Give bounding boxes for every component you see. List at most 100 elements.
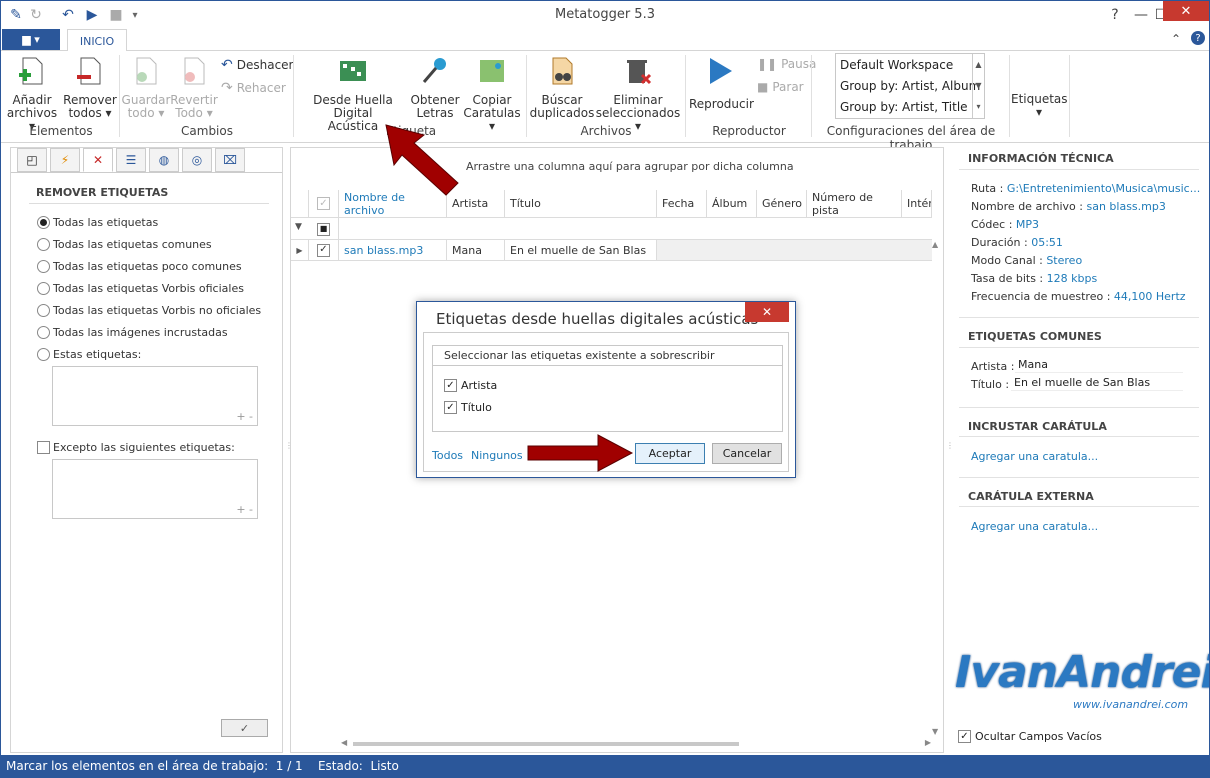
tab-inicio[interactable]: INICIO	[67, 29, 127, 52]
column-header[interactable]: Fecha	[657, 190, 707, 218]
play-button[interactable]: Reproducir	[689, 55, 754, 111]
external-cover-heading: CARÁTULA EXTERNA	[968, 490, 1094, 503]
workspace-item[interactable]: Group by: Artist, Title	[840, 100, 968, 114]
filter-checkbox[interactable]: ■	[309, 218, 339, 240]
hide-empty-fields-checkbox[interactable]: ✓ Ocultar Campos Vacíos	[958, 730, 1102, 743]
microphone-icon	[422, 58, 446, 83]
checkbox: ✓	[317, 243, 330, 257]
column-header[interactable]: Álbum	[707, 190, 757, 218]
except-tags-checkbox[interactable]: Excepto las siguientes etiquetas:	[37, 441, 235, 454]
filter-row[interactable]: ▼ ■	[291, 218, 932, 240]
globe-icon[interactable]: ◍	[149, 148, 179, 172]
close-button[interactable]: ✕	[1163, 1, 1209, 21]
copy-covers-button[interactable]: Copiar Caratulas ▾	[461, 55, 523, 133]
radio-vorbis-official[interactable]: Todas las etiquetas Vorbis oficiales	[37, 282, 244, 295]
splitter-grip[interactable]: ⋮	[946, 441, 954, 450]
redo-button[interactable]: ↷ Rehacer	[221, 80, 286, 96]
save-all-button[interactable]: Guardar todo ▾	[121, 55, 171, 120]
checkbox: ✓	[444, 401, 457, 414]
remove-tags-icon[interactable]: ✕	[83, 148, 113, 172]
radio-embedded-images[interactable]: Todas las imágenes incrustadas	[37, 326, 228, 339]
title-field[interactable]: En el muelle de San Blas	[1011, 376, 1183, 391]
remove-all-button[interactable]: Remover todos ▾	[63, 55, 117, 120]
collapse-ribbon-icon[interactable]: ⌃	[1171, 32, 1181, 46]
column-header[interactable]: Género	[757, 190, 807, 218]
scroll-right-icon[interactable]: ▶	[925, 738, 931, 747]
web-icon[interactable]: ◎	[182, 148, 212, 172]
revert-all-button[interactable]: Revertir Todo ▾	[169, 55, 219, 120]
scroll-thumb[interactable]	[353, 742, 739, 746]
find-duplicates-button[interactable]: Búscar duplicados	[529, 55, 595, 120]
file-menu-button[interactable]: ▆ ▾	[2, 29, 60, 50]
add-external-cover-link[interactable]: Agregar una caratula...	[971, 520, 1098, 533]
add-embedded-cover-link[interactable]: Agregar una caratula...	[971, 450, 1098, 463]
artist-checkbox[interactable]: ✓ Artista	[444, 379, 497, 392]
tech-key: Modo Canal :	[971, 254, 1047, 267]
radio-vorbis-unofficial[interactable]: Todas las etiquetas Vorbis no oficiales	[37, 304, 261, 317]
radio-label: Todas las etiquetas Vorbis no oficiales	[53, 304, 262, 317]
list-icon[interactable]: ☰	[116, 148, 146, 172]
scroll-down-icon[interactable]: ▼	[932, 727, 938, 736]
checkbox-label: Artista	[461, 379, 498, 392]
add-files-button[interactable]: Añadir archivos ▾	[5, 55, 59, 133]
radio-these-tags[interactable]: Estas etiquetas:	[37, 348, 141, 361]
help-icon[interactable]: ?	[1191, 31, 1205, 45]
column-header[interactable]: Número de pista	[807, 190, 902, 218]
apply-button[interactable]: ✓	[221, 719, 268, 737]
script-icon[interactable]: ⚡	[50, 148, 80, 172]
delete-selected-button[interactable]: Eliminar seleccionados ▾	[595, 55, 681, 133]
select-none-link[interactable]: Ningunos	[471, 449, 523, 462]
tech-value: MP3	[1015, 218, 1040, 231]
workspace-item[interactable]: Default Workspace	[840, 58, 953, 72]
cell-title[interactable]: En el muelle de San Blas	[505, 240, 657, 260]
radio-label: Todas las etiquetas Vorbis oficiales	[53, 282, 244, 295]
tech-value: 44,100 Hertz	[1113, 290, 1186, 303]
tech-value: Stereo	[1046, 254, 1083, 267]
radio-uncommon-tags[interactable]: Todas las etiquetas poco comunes	[37, 260, 242, 273]
tech-value[interactable]: G:\Entretenimiento\Musica\music...	[1007, 182, 1200, 195]
column-header[interactable]: Título	[505, 190, 657, 218]
rename-icon[interactable]: ⌧	[215, 148, 245, 172]
scroll-up-icon[interactable]: ▲	[932, 240, 938, 249]
workspace-gallery[interactable]: Default Workspace Group by: Artist, Albu…	[835, 53, 985, 119]
workspace-item[interactable]: Group by: Artist, Album	[840, 79, 980, 93]
splitter-grip[interactable]: ⋮	[285, 441, 293, 450]
these-tags-list[interactable]: + -	[52, 366, 258, 426]
horizontal-scrollbar[interactable]: ◀ ▶	[341, 738, 931, 750]
accept-button[interactable]: Aceptar	[635, 443, 705, 464]
row-divider	[291, 260, 932, 261]
row-checkbox[interactable]: ✓	[309, 240, 339, 260]
window-title: Metatogger 5.3	[555, 7, 655, 22]
gallery-scroll[interactable]: ▲ ▼ ▾	[972, 54, 984, 118]
embed-cover-heading: INCRUSTAR CARÁTULA	[968, 420, 1107, 433]
stop-button[interactable]: ■ Parar	[757, 80, 804, 94]
cell-filename[interactable]: san blass.mp3	[339, 240, 447, 260]
trash-icon	[627, 60, 652, 85]
undo-button[interactable]: ↶ Deshacer	[221, 57, 293, 73]
add-remove-icon[interactable]: + -	[236, 503, 253, 516]
row-empty-cells[interactable]	[657, 240, 932, 260]
ribbon-separator	[526, 55, 527, 137]
except-tags-list[interactable]: + -	[52, 459, 258, 519]
checkbox: ✓	[444, 379, 457, 392]
pause-button[interactable]: ❚❚ Pausa	[757, 57, 816, 71]
select-all-checkbox[interactable]: ✓	[309, 190, 339, 218]
add-remove-icon[interactable]: + -	[236, 410, 253, 423]
dialog-close-button[interactable]: ✕	[745, 302, 789, 322]
column-header[interactable]: Intér	[902, 190, 932, 218]
radio-all-tags[interactable]: Todas las etiquetas	[37, 216, 158, 229]
vertical-scrollbar[interactable]: ▲ ▼	[932, 240, 944, 736]
tag-icon[interactable]: ◰	[17, 148, 47, 172]
artist-field[interactable]: Mana	[1015, 358, 1183, 373]
title-checkbox[interactable]: ✓ Título	[444, 401, 492, 414]
cell-artist[interactable]: Mana	[447, 240, 505, 260]
etiquetas-dropdown[interactable]: Etiquetas ▾	[1011, 93, 1068, 119]
cancel-button[interactable]: Cancelar	[712, 443, 782, 464]
right-panel: INFORMACIÓN TÉCNICA Ruta : G:\Entretenim…	[951, 147, 1209, 753]
radio-common-tags[interactable]: Todas las etiquetas comunes	[37, 238, 212, 251]
select-all-link[interactable]: Todos	[432, 449, 463, 462]
divider	[959, 347, 1199, 348]
get-lyrics-button[interactable]: Obtener Letras	[409, 55, 461, 120]
radio-dot	[37, 216, 50, 229]
scroll-left-icon[interactable]: ◀	[341, 738, 347, 747]
